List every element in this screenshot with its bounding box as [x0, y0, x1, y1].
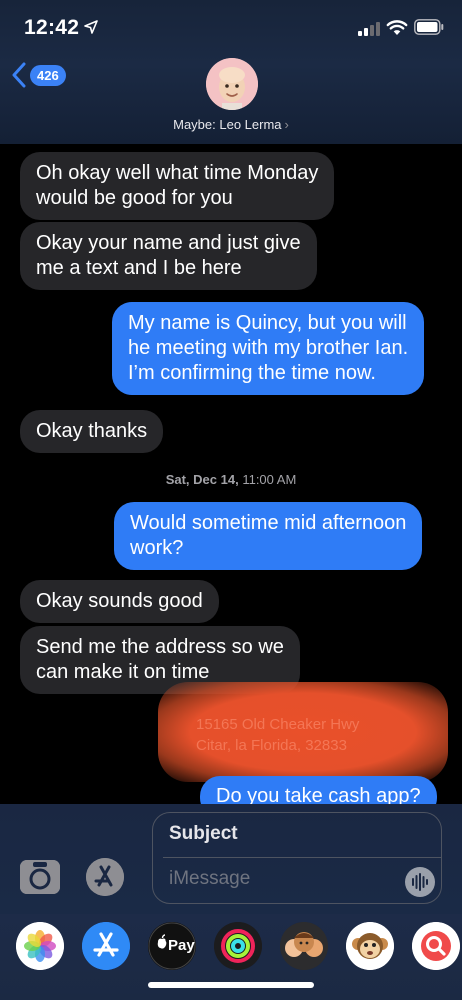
camera-icon: [20, 860, 60, 894]
chevron-right-icon: ›: [284, 117, 289, 132]
search-icon: [412, 922, 460, 970]
message-bubble-incoming[interactable]: Okay sounds good: [20, 580, 219, 623]
message-bubble-incoming[interactable]: Okay thanks: [20, 410, 164, 453]
message-bubble-incoming[interactable]: Okay your name and just give me a text a…: [20, 222, 317, 290]
apple-pay-app-button[interactable]: Pay: [148, 922, 196, 970]
message-bubble-outgoing[interactable]: Would sometime mid afternoon work?: [114, 502, 423, 570]
search-images-app-button[interactable]: [412, 922, 460, 970]
status-bar: 12:42: [0, 0, 462, 54]
message-bubble-incoming[interactable]: Oh okay well what time Monday would be g…: [20, 152, 335, 220]
message-bubble-outgoing[interactable]: Do you take cash app?: [200, 776, 437, 804]
imessage-field[interactable]: iMessage: [169, 868, 250, 890]
message-timestamp: Sat, Dec 14, 11:00 AM: [0, 472, 462, 487]
photos-app-button[interactable]: [16, 922, 64, 970]
home-indicator[interactable]: [148, 982, 314, 988]
compose-bar: Subject iMessage: [0, 804, 462, 914]
memoji-icon: [280, 922, 328, 970]
timestamp-time: 11:00 AM: [242, 472, 297, 487]
conversation-header: 12:42 426 Maybe: Leo Lerma ›: [0, 0, 462, 144]
memoji-avatar-icon: [206, 58, 258, 110]
activity-app-button[interactable]: [214, 922, 262, 970]
message-list[interactable]: Oh okay well what time Monday would be g…: [0, 144, 462, 804]
waveform-icon: [412, 873, 428, 891]
input-divider: [163, 857, 441, 858]
app-store-icon: [86, 858, 124, 896]
back-button[interactable]: 426: [12, 62, 66, 88]
app-store-icon: [82, 922, 130, 970]
message-input[interactable]: Subject iMessage: [152, 812, 442, 904]
camera-button[interactable]: [20, 860, 60, 894]
animoji-icon: [346, 922, 394, 970]
contact-name-label: Maybe: Leo Lerma: [173, 117, 282, 132]
location-arrow-icon: [84, 20, 98, 34]
contact-avatar[interactable]: [206, 58, 258, 110]
chevron-left-icon: [12, 62, 26, 88]
app-store-app-button[interactable]: [82, 922, 130, 970]
message-bubble-outgoing[interactable]: My name is Quincy, but you will he meeti…: [112, 302, 425, 395]
contact-name[interactable]: Maybe: Leo Lerma ›: [0, 117, 462, 132]
photos-icon: [16, 922, 64, 970]
apple-pay-label: Pay: [168, 937, 195, 954]
animoji-app-button[interactable]: [346, 922, 394, 970]
redacted-address: 15165 Old Cheaker Hwy Citar, la Florida,…: [196, 716, 360, 754]
cellular-signal-icon: [358, 22, 380, 36]
activity-icon: [214, 922, 262, 970]
timestamp-day: Sat, Dec 14,: [165, 472, 239, 487]
audio-message-button[interactable]: [405, 867, 435, 897]
status-time: 12:42: [24, 16, 80, 39]
subject-field[interactable]: Subject: [169, 823, 238, 845]
memoji-app-button[interactable]: [280, 922, 328, 970]
apps-button[interactable]: [86, 858, 124, 896]
battery-icon: [414, 19, 444, 35]
wifi-icon: [386, 20, 408, 35]
unread-count-badge: 426: [30, 64, 66, 86]
